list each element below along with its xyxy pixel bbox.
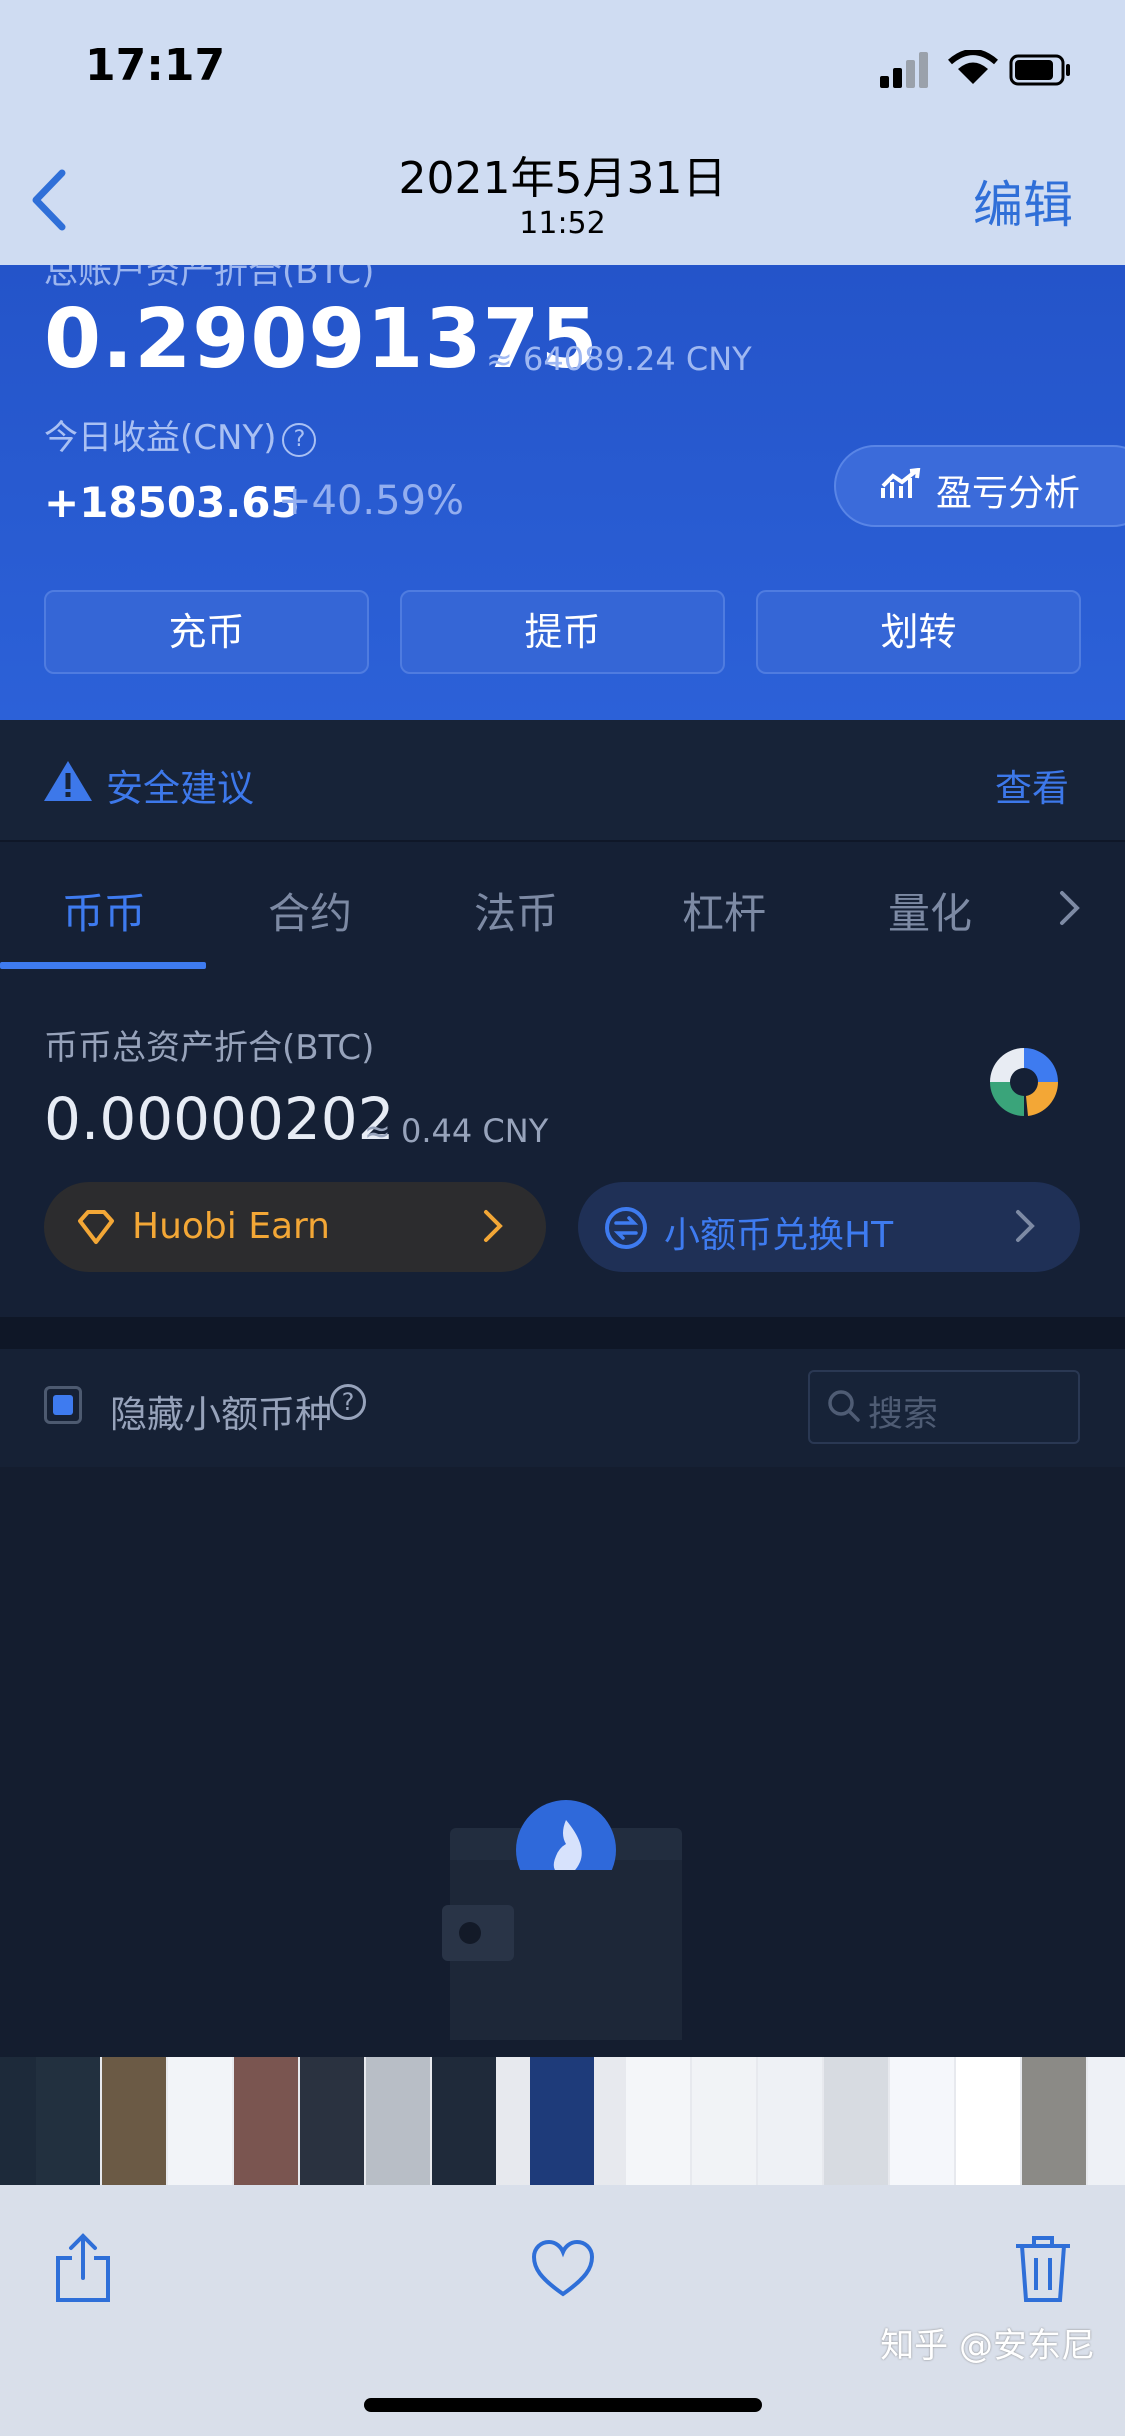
chevron-right-icon xyxy=(1016,1210,1035,1242)
huobi-earn-label: Huobi Earn xyxy=(132,1206,330,1247)
edit-button[interactable]: 编辑 xyxy=(973,165,1073,237)
chevron-right-icon[interactable] xyxy=(1050,888,1090,928)
photo-thumbnail[interactable] xyxy=(366,2057,430,2185)
help-icon[interactable]: ? xyxy=(330,1384,366,1420)
photo-thumbnail[interactable] xyxy=(1088,2057,1125,2185)
trend-chart-icon xyxy=(881,468,921,498)
photo-thumbnail[interactable] xyxy=(36,2057,100,2185)
today-income-percent: +40.59% xyxy=(278,478,465,524)
photo-thumbnail[interactable] xyxy=(758,2057,822,2185)
tab-contract[interactable]: 合约 xyxy=(268,880,352,941)
security-view-link[interactable]: 查看 xyxy=(995,758,1069,812)
photo-thumbnail[interactable] xyxy=(1022,2057,1086,2185)
photo-thumbnail[interactable] xyxy=(824,2057,888,2185)
today-income-label: 今日收益(CNY)? xyxy=(44,410,317,459)
tab-fiat[interactable]: 法币 xyxy=(474,880,558,941)
empty-wallet-icon xyxy=(442,1800,682,2040)
transfer-button[interactable]: 划转 xyxy=(756,590,1081,674)
photo-thumbnail[interactable] xyxy=(234,2057,298,2185)
home-indicator[interactable] xyxy=(364,2398,762,2412)
search-icon xyxy=(828,1390,860,1422)
photo-thumbnail[interactable] xyxy=(890,2057,954,2185)
photo-filmstrip[interactable] xyxy=(0,2057,1125,2185)
photo-thumbnail[interactable] xyxy=(530,2057,594,2185)
photo-time: 11:52 xyxy=(519,206,606,241)
checkbox-checked-mark xyxy=(53,1395,73,1415)
asset-distribution-icon[interactable] xyxy=(988,1046,1060,1118)
security-advice-label: 安全建议 xyxy=(106,767,254,810)
diamond-icon xyxy=(78,1210,114,1244)
today-income-value: +18503.65 xyxy=(44,478,300,527)
photo-thumbnail[interactable] xyxy=(102,2057,166,2185)
tab-spot[interactable]: 币币 xyxy=(62,880,146,941)
status-icons xyxy=(880,50,1070,88)
status-time: 17:17 xyxy=(85,40,226,91)
photo-thumbnail[interactable] xyxy=(692,2057,756,2185)
chevron-right-icon xyxy=(484,1210,503,1242)
photo-thumbnail[interactable] xyxy=(956,2057,1020,2185)
deposit-button[interactable]: 充币 xyxy=(44,590,369,674)
help-icon[interactable]: ? xyxy=(282,422,317,457)
today-income-text: 今日收益(CNY) xyxy=(44,418,277,458)
tab-quant[interactable]: 量化 xyxy=(888,880,972,941)
heart-icon[interactable] xyxy=(530,2238,596,2298)
photo-thumbnail[interactable] xyxy=(626,2057,690,2185)
photo-thumbnail[interactable] xyxy=(168,2057,232,2185)
pl-analysis-label: 盈亏分析 xyxy=(936,473,1081,514)
photo-thumbnail[interactable] xyxy=(300,2057,364,2185)
withdraw-button[interactable]: 提币 xyxy=(400,590,725,674)
tab-margin[interactable]: 杠杆 xyxy=(682,880,766,941)
total-cny-value: ≈ 64089.24 CNY xyxy=(486,340,752,378)
share-icon[interactable] xyxy=(52,2232,114,2304)
section-divider xyxy=(0,1317,1125,1349)
active-tab-indicator xyxy=(0,962,206,969)
watermark-text: 知乎 @安东尼 xyxy=(880,2326,1095,2366)
photo-date: 2021年5月31日 xyxy=(398,153,727,204)
spot-assets-label: 币币总资产折合(BTC) xyxy=(44,1028,375,1068)
spot-btc-value: 0.00000202 xyxy=(44,1085,395,1153)
photo-thumbnail[interactable] xyxy=(432,2057,496,2185)
search-placeholder: 搜索 xyxy=(868,1395,939,1435)
hide-small-label[interactable]: 隐藏小额币种 xyxy=(110,1384,332,1438)
spot-cny-value: ≈ 0.44 CNY xyxy=(364,1112,549,1150)
small-coin-swap-label: 小额币兑换HT xyxy=(664,1215,894,1256)
warning-icon xyxy=(44,761,92,801)
trash-icon[interactable] xyxy=(1012,2232,1074,2304)
exchange-icon xyxy=(605,1207,647,1249)
